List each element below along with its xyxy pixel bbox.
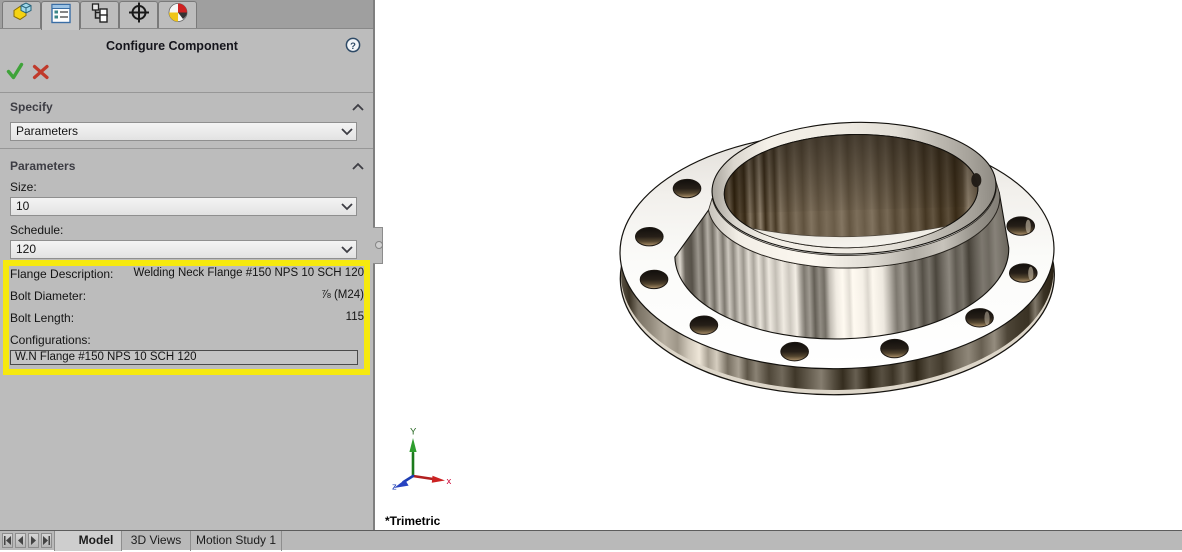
svg-text:x: x [447, 476, 452, 487]
svg-text:Y: Y [410, 427, 417, 438]
svg-text:z: z [392, 482, 397, 493]
svg-text:?: ? [350, 41, 356, 52]
